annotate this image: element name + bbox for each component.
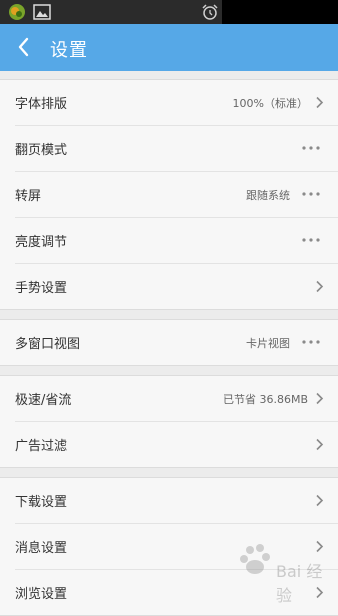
back-arrow-icon[interactable] [10, 33, 38, 61]
settings-row[interactable]: 翻页模式 [15, 126, 338, 172]
settings-row-label: 手势设置 [15, 281, 68, 296]
more-dots-icon[interactable] [302, 340, 320, 344]
settings-row[interactable]: 转屏 跟随系统 [15, 172, 338, 218]
status-bar [0, 0, 338, 27]
more-dots-icon[interactable] [302, 146, 320, 150]
settings-row-label: 字体排版 [15, 97, 68, 112]
group-gap [0, 71, 338, 79]
image-icon [33, 4, 51, 20]
app-icon [9, 4, 25, 20]
settings-row[interactable]: 下载设置 [15, 478, 338, 524]
watermark: Bai 经验 [230, 540, 330, 605]
settings-group: 字体排版 100%（标准） 翻页模式转屏 跟随系统亮度调节手势设置 [0, 79, 338, 310]
settings-row[interactable]: 字体排版 100%（标准） [15, 80, 338, 126]
chevron-right-icon [316, 280, 324, 293]
settings-row-label: 浏览设置 [15, 587, 68, 602]
watermark-text: Bai 经验 [276, 562, 323, 605]
settings-row[interactable]: 广告过滤 [15, 422, 338, 467]
group-gap [0, 366, 338, 375]
chevron-right-icon [316, 96, 324, 109]
chevron-right-icon [316, 494, 324, 507]
more-dots-icon[interactable] [302, 192, 320, 196]
settings-row[interactable]: 亮度调节 [15, 218, 338, 264]
group-gap [0, 468, 338, 477]
settings-row[interactable]: 手势设置 [15, 264, 338, 309]
settings-row-label: 亮度调节 [15, 235, 68, 250]
settings-group: 极速/省流 已节省 36.86MB 广告过滤 [0, 375, 338, 468]
settings-group: 多窗口视图 卡片视图 [0, 319, 338, 366]
settings-row-value: 100%（标准） [232, 97, 308, 110]
settings-row-label: 极速/省流 [15, 393, 72, 408]
settings-row-value: 跟随系统 [246, 189, 290, 202]
status-bar-right-area [222, 0, 338, 27]
settings-row-label: 广告过滤 [15, 439, 68, 454]
group-gap [0, 310, 338, 319]
settings-row-label: 转屏 [15, 189, 42, 204]
more-dots-icon[interactable] [302, 238, 320, 242]
settings-row-label: 消息设置 [15, 541, 68, 556]
chevron-right-icon [316, 438, 324, 451]
settings-row-value: 已节省 36.86MB [222, 393, 308, 406]
settings-row[interactable]: 极速/省流 已节省 36.86MB [15, 376, 338, 422]
settings-row[interactable]: 多窗口视图 卡片视图 [15, 320, 338, 365]
alarm-icon [202, 4, 218, 20]
settings-row-label: 下载设置 [15, 495, 68, 510]
chevron-right-icon [316, 392, 324, 405]
settings-row-label: 多窗口视图 [15, 337, 81, 352]
title-bar: 设置 [0, 24, 338, 71]
settings-list: 字体排版 100%（标准） 翻页模式转屏 跟随系统亮度调节手势设置多窗口视图 卡片视图极… [0, 71, 338, 616]
page-title: 设置 [50, 40, 88, 61]
settings-row-label: 翻页模式 [15, 143, 68, 158]
settings-row-value: 卡片视图 [246, 337, 290, 350]
